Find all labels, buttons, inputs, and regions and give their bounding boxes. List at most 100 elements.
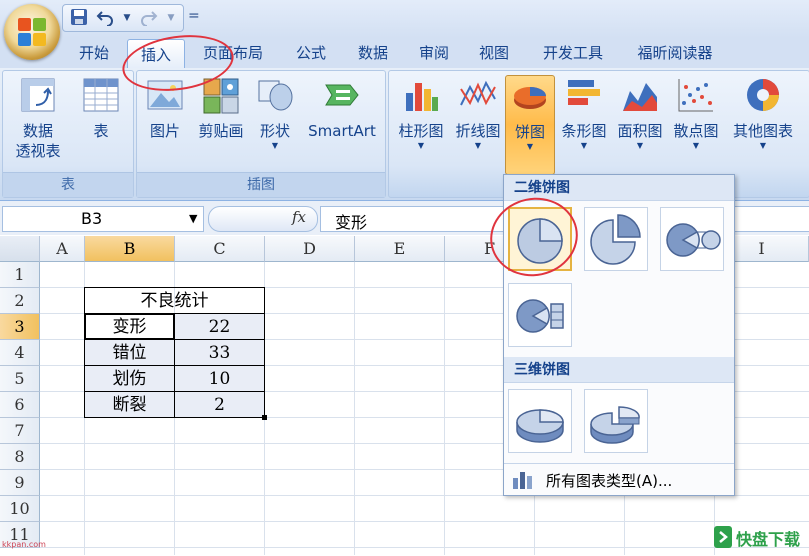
quick-access-toolbar: ▼ ▼ xyxy=(62,4,184,32)
column-header[interactable]: C xyxy=(175,236,265,262)
pie-icon xyxy=(517,218,563,264)
pie-chart-button[interactable]: 饼图 ▼ xyxy=(505,75,555,175)
table-label: 表 xyxy=(93,122,109,140)
row-header[interactable]: 10 xyxy=(0,496,40,522)
select-all-corner[interactable] xyxy=(0,236,40,262)
bar-of-pie-icon xyxy=(516,299,564,333)
gridline xyxy=(40,521,809,522)
customize-qat-button[interactable]: = xyxy=(188,8,200,24)
redo-dropdown-icon[interactable]: ▼ xyxy=(161,8,181,28)
pie-3d-header: 三维饼图 xyxy=(504,357,734,383)
smartart-icon xyxy=(322,75,362,115)
gridline xyxy=(354,262,355,555)
shapes-button[interactable]: 形状 ▼ xyxy=(253,75,297,173)
table-cell-value[interactable]: 2 xyxy=(174,391,265,418)
pivot-table-button[interactable]: 数据 透视表 xyxy=(7,75,69,173)
name-box-dropdown-icon[interactable]: ▼ xyxy=(189,212,197,225)
shapes-label: 形状 xyxy=(259,122,290,140)
table-cell-value[interactable]: 22 xyxy=(174,313,265,340)
tab-home[interactable]: 开始 xyxy=(68,38,120,68)
table-cell-value[interactable]: 33 xyxy=(174,339,265,366)
table-cell-label[interactable]: 变形 xyxy=(84,313,175,340)
row-header[interactable]: 9 xyxy=(0,470,40,496)
column-header[interactable]: D xyxy=(265,236,355,262)
illustrations-group-label: 插图 xyxy=(137,172,385,197)
bar-of-pie-option[interactable] xyxy=(508,283,572,347)
row-header[interactable]: 4 xyxy=(0,340,40,366)
exploded-pie-3d-option[interactable] xyxy=(584,389,648,453)
table-cell-label[interactable]: 断裂 xyxy=(84,391,175,418)
ribbon-tabs: 开始 插入 页面布局 公式 数据 审阅 视图 开发工具 福昕阅读器 xyxy=(0,38,809,70)
tab-formulas[interactable]: 公式 xyxy=(287,38,335,68)
exploded-pie-option[interactable] xyxy=(584,207,648,271)
undo-dropdown-icon[interactable]: ▼ xyxy=(117,8,137,28)
tab-data[interactable]: 数据 xyxy=(349,38,397,68)
formula-value: 变形 xyxy=(335,213,368,232)
tab-review[interactable]: 审阅 xyxy=(410,38,458,68)
line-chart-button[interactable]: 折线图 ▼ xyxy=(451,75,505,173)
pie-chart-label: 饼图 xyxy=(514,123,545,141)
exploded-pie-3d-icon xyxy=(590,406,640,444)
pie-chart-menu: 二维饼图 三维饼图 所有图表类型(A)... xyxy=(503,174,735,496)
tab-insert[interactable]: 插入 xyxy=(127,39,185,70)
pie-3d-option[interactable] xyxy=(508,389,572,453)
pie-2d-option[interactable] xyxy=(508,207,572,271)
other-charts-button[interactable]: 其他图表 ▼ xyxy=(727,75,799,173)
table-button[interactable]: 表 xyxy=(75,75,127,173)
table-group: 数据 透视表 表 表 xyxy=(2,70,134,198)
pivot-table-label: 数据 xyxy=(22,122,53,140)
insert-function-button[interactable]: fx xyxy=(292,208,306,226)
pie-of-pie-icon xyxy=(666,223,721,257)
watermark-site: kkpan.com xyxy=(2,540,46,549)
column-header[interactable]: B xyxy=(85,236,175,262)
column-chart-button[interactable]: 柱形图 ▼ xyxy=(393,75,449,173)
column-header[interactable]: A xyxy=(40,236,85,262)
bar-chart-icon xyxy=(564,75,604,115)
picture-icon xyxy=(145,75,185,115)
tab-view[interactable]: 视图 xyxy=(470,38,518,68)
table-cell-value[interactable]: 10 xyxy=(174,365,265,392)
name-box[interactable]: B3 ▼ xyxy=(2,206,204,232)
bar-chart-button[interactable]: 条形图 ▼ xyxy=(557,75,611,173)
row-header[interactable]: 1 xyxy=(0,262,40,288)
area-chart-label: 面积图 xyxy=(617,122,663,140)
smartart-button[interactable]: SmartArt xyxy=(303,75,381,173)
line-chart-dropdown-icon: ▼ xyxy=(474,141,482,150)
area-chart-button[interactable]: 面积图 ▼ xyxy=(613,75,667,173)
scatter-chart-button[interactable]: 散点图 ▼ xyxy=(669,75,723,173)
picture-button[interactable]: 图片 xyxy=(141,75,189,173)
tab-page-layout[interactable]: 页面布局 xyxy=(195,38,271,68)
all-chart-types-item[interactable]: 所有图表类型(A)... xyxy=(504,463,734,496)
illustrations-group: 图片 剪贴画 形状 ▼ SmartArt 插图 xyxy=(136,70,386,198)
name-box-value: B3 xyxy=(81,209,103,228)
clipart-button[interactable]: 剪贴画 xyxy=(193,75,249,173)
column-chart-dropdown-icon: ▼ xyxy=(417,141,425,150)
shapes-dropdown-icon: ▼ xyxy=(271,141,279,150)
clipart-label: 剪贴画 xyxy=(198,122,244,140)
pie-of-pie-option[interactable] xyxy=(660,207,724,271)
table-cell-label[interactable]: 错位 xyxy=(84,339,175,366)
row-header[interactable]: 2 xyxy=(0,288,40,314)
area-chart-dropdown-icon: ▼ xyxy=(636,141,644,150)
tab-foxit-reader[interactable]: 福昕阅读器 xyxy=(625,38,725,68)
row-header[interactable]: 7 xyxy=(0,418,40,444)
column-header[interactable]: E xyxy=(355,236,445,262)
scatter-chart-label: 散点图 xyxy=(673,122,719,140)
fill-handle[interactable] xyxy=(262,415,267,420)
pie-chart-dropdown-icon: ▼ xyxy=(526,142,534,151)
save-icon[interactable] xyxy=(69,8,89,28)
table-title-cell[interactable]: 不良统计 xyxy=(84,287,265,314)
redo-icon[interactable] xyxy=(139,8,159,28)
table-group-label: 表 xyxy=(3,172,133,197)
table-cell-label[interactable]: 划伤 xyxy=(84,365,175,392)
line-chart-icon xyxy=(458,75,498,115)
tab-developer[interactable]: 开发工具 xyxy=(531,38,615,68)
other-charts-dropdown-icon: ▼ xyxy=(759,141,767,150)
row-header[interactable]: 5 xyxy=(0,366,40,392)
pie-chart-icon xyxy=(510,76,550,116)
row-header[interactable]: 8 xyxy=(0,444,40,470)
undo-icon[interactable] xyxy=(95,8,115,28)
row-header[interactable]: 6 xyxy=(0,392,40,418)
office-button[interactable] xyxy=(4,4,60,60)
row-header[interactable]: 3 xyxy=(0,314,40,340)
